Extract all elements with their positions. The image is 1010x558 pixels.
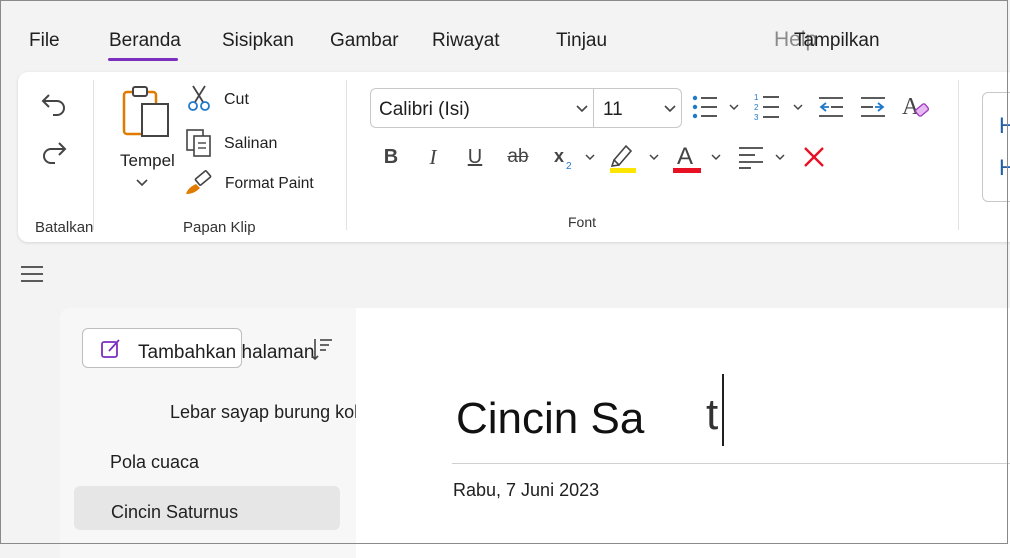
highlighter-chevron-down-icon[interactable] — [648, 152, 660, 162]
group-separator — [346, 80, 347, 230]
style-heading-1-preview[interactable]: H — [999, 113, 1010, 139]
increase-indent-icon[interactable] — [858, 92, 888, 122]
clipboard-group-label: Papan Klip — [183, 219, 256, 236]
copy-button[interactable]: Salinan — [224, 135, 277, 153]
font-color-chevron-down-icon[interactable] — [710, 152, 722, 162]
svg-text:A: A — [677, 143, 693, 170]
svg-text:x: x — [554, 146, 564, 166]
menu-review[interactable]: Tinjau — [556, 30, 607, 52]
page-item-saturn[interactable]: Cincin Saturnus — [111, 502, 238, 523]
group-separator — [93, 80, 94, 230]
font-color-icon[interactable]: A — [672, 140, 702, 174]
paste-button[interactable]: Tempel — [120, 151, 175, 171]
page-list-panel: Tambahkan halaman Lebar sayap burung kol… — [60, 308, 382, 558]
text-cursor — [722, 374, 724, 446]
menu-view[interactable]: Tampilkan — [794, 30, 880, 52]
font-name-chevron-down-icon[interactable] — [575, 103, 589, 115]
decrease-indent-icon[interactable] — [816, 92, 846, 122]
undo-group-label: Batalkan — [35, 219, 94, 236]
font-size-chevron-down-icon[interactable] — [663, 103, 677, 115]
clear-formatting-icon[interactable]: A — [900, 90, 932, 122]
style-heading-2-preview[interactable]: H — [999, 155, 1010, 181]
bullet-list-icon[interactable] — [690, 92, 720, 122]
ribbon: Batalkan Tempel Cut Salinan Format Paint… — [18, 72, 1010, 242]
paste-chevron-down-icon[interactable] — [134, 176, 150, 190]
scissors-icon[interactable] — [186, 84, 212, 112]
active-tab-indicator — [108, 58, 178, 61]
hamburger-menu-icon[interactable] — [20, 264, 44, 284]
numbered-list-icon[interactable]: 123 — [752, 90, 782, 124]
sort-icon[interactable] — [310, 336, 334, 362]
svg-text:A: A — [902, 94, 920, 120]
subscript-icon[interactable]: x2 — [552, 142, 578, 172]
align-left-icon[interactable] — [736, 144, 766, 170]
menu-home[interactable]: Beranda — [109, 30, 181, 52]
title-divider — [452, 463, 1010, 464]
align-chevron-down-icon[interactable] — [774, 152, 786, 162]
page-date: Rabu, 7 Juni 2023 — [453, 480, 600, 500]
format-painter-icon[interactable] — [184, 168, 214, 196]
page-title[interactable]: Cincin Sa — [456, 394, 644, 444]
font-size-dropdown[interactable]: 11 — [603, 99, 623, 121]
svg-text:1: 1 — [754, 93, 759, 102]
undo-icon[interactable] — [38, 88, 70, 120]
page-title-tail[interactable]: t — [706, 390, 718, 440]
numbered-list-chevron-down-icon[interactable] — [792, 102, 804, 112]
page-item-weather[interactable]: Pola cuaca — [110, 452, 199, 473]
menu-file[interactable]: File — [29, 30, 60, 52]
menu-draw[interactable]: Gambar — [330, 30, 399, 52]
format-painter-button[interactable]: Format Paint — [225, 175, 314, 193]
clear-all-formatting-icon[interactable] — [800, 144, 828, 170]
add-page-label[interactable]: Tambahkan halaman — [138, 342, 314, 364]
font-selector: Calibri (Isi) 11 — [370, 88, 682, 128]
menu-history[interactable]: Riwayat — [432, 30, 500, 52]
group-separator — [958, 80, 959, 230]
underline-icon[interactable]: U — [464, 144, 486, 170]
font-name-dropdown[interactable]: Calibri (Isi) — [379, 99, 470, 121]
copy-icon[interactable] — [184, 128, 214, 158]
redo-icon[interactable] — [38, 136, 70, 168]
highlighter-icon[interactable] — [608, 140, 638, 174]
subscript-chevron-down-icon[interactable] — [584, 152, 596, 162]
menu-insert[interactable]: Sisipkan — [222, 30, 294, 52]
clipboard-paste-icon[interactable] — [120, 84, 174, 140]
bullet-list-chevron-down-icon[interactable] — [728, 102, 740, 112]
svg-text:3: 3 — [754, 113, 759, 122]
italic-icon[interactable]: I — [422, 144, 444, 170]
svg-text:2: 2 — [566, 161, 572, 172]
cut-button[interactable]: Cut — [224, 91, 249, 109]
menu-bar: File Beranda Sisipkan Gambar Riwayat Tin… — [0, 0, 1010, 70]
new-page-icon — [99, 337, 123, 361]
svg-text:2: 2 — [754, 103, 759, 112]
styles-gallery[interactable]: H H — [982, 92, 1010, 202]
strikethrough-icon[interactable]: ab — [504, 144, 532, 170]
bold-icon[interactable]: B — [380, 144, 402, 170]
font-group-label: Font — [568, 214, 597, 230]
note-canvas[interactable]: Cincin Sa t Rabu, 7 Juni 2023 — [356, 308, 1010, 558]
page-item-hummingbird[interactable]: Lebar sayap burung kolibri — [170, 402, 382, 423]
